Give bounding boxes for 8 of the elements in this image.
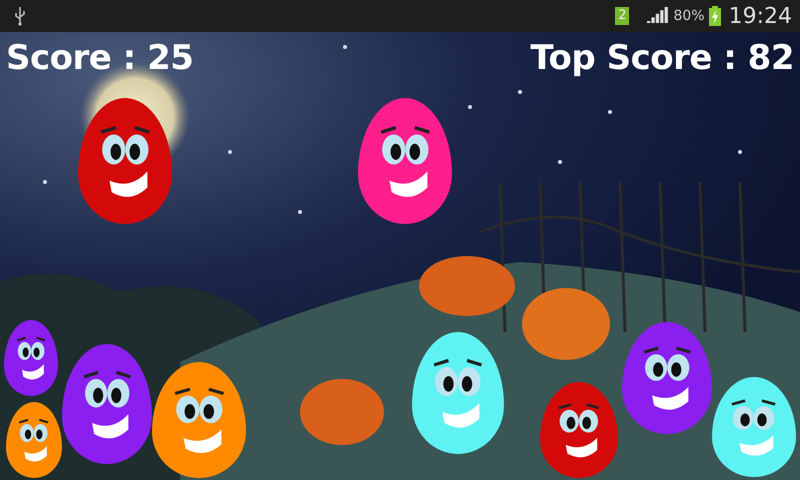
status-time: 19:24 bbox=[728, 4, 792, 28]
score-label: Score : 25 bbox=[6, 38, 194, 78]
battery-percent: 80% bbox=[673, 8, 705, 24]
signal-icon bbox=[647, 7, 670, 25]
battery-charging-icon bbox=[708, 6, 721, 26]
top-score-label: Top Score : 82 bbox=[530, 38, 794, 78]
sim-slot-badge: 2 bbox=[615, 7, 630, 25]
usb-icon bbox=[14, 6, 26, 26]
